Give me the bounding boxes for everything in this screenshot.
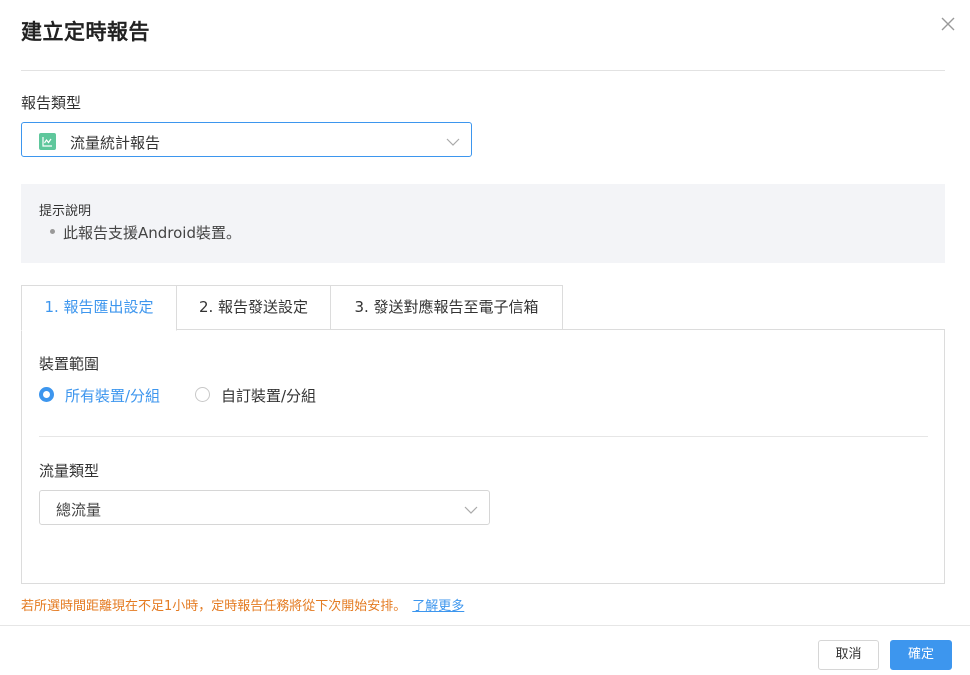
radio-custom-devices-label: 自訂裝置/分組: [221, 387, 317, 405]
hint-title: 提示說明: [39, 204, 92, 219]
footer-divider: [0, 625, 970, 626]
bullet-icon: [50, 229, 55, 234]
radio-all-devices-label: 所有裝置/分組: [65, 387, 161, 405]
traffic-type-value: 總流量: [56, 501, 102, 519]
report-type-select[interactable]: 流量統計報告: [21, 122, 472, 157]
chevron-down-icon: [464, 506, 478, 514]
learn-more-link[interactable]: 了解更多: [412, 599, 464, 614]
tab-send-settings[interactable]: 2. 報告發送設定: [176, 285, 331, 330]
header-divider: [21, 70, 945, 71]
hint-item: 此報告支援Android裝置。: [63, 224, 241, 242]
traffic-type-label: 流量類型: [39, 462, 100, 480]
section-divider: [39, 436, 928, 437]
device-scope-label: 裝置範圍: [39, 355, 100, 373]
schedule-note: 若所選時間距離現在不足1小時，定時報告任務將從下次開始安排。 了解更多: [21, 595, 464, 614]
radio-checked-icon: [39, 387, 54, 402]
dialog-title: 建立定時報告: [21, 20, 150, 44]
radio-custom-devices[interactable]: 自訂裝置/分組: [195, 386, 325, 406]
confirm-button[interactable]: 確定: [890, 640, 952, 670]
close-icon[interactable]: [937, 13, 959, 35]
schedule-note-text: 若所選時間距離現在不足1小時，定時報告任務將從下次開始安排。: [21, 599, 407, 614]
chevron-down-icon: [446, 138, 460, 146]
traffic-type-select[interactable]: 總流量: [39, 490, 490, 525]
chart-icon: [39, 133, 56, 150]
report-type-label: 報告類型: [21, 94, 82, 112]
tab-email-settings[interactable]: 3. 發送對應報告至電子信箱: [330, 285, 563, 330]
hint-box: 提示說明 此報告支援Android裝置。: [21, 184, 945, 263]
radio-all-devices[interactable]: 所有裝置/分組: [39, 386, 169, 406]
tab-panel: 裝置範圍 所有裝置/分組 自訂裝置/分組 流量類型 總流量: [21, 329, 945, 584]
radio-unchecked-icon: [195, 387, 210, 402]
report-type-value: 流量統計報告: [70, 134, 161, 152]
tab-export-settings[interactable]: 1. 報告匯出設定: [21, 285, 177, 331]
cancel-button[interactable]: 取消: [818, 640, 879, 670]
